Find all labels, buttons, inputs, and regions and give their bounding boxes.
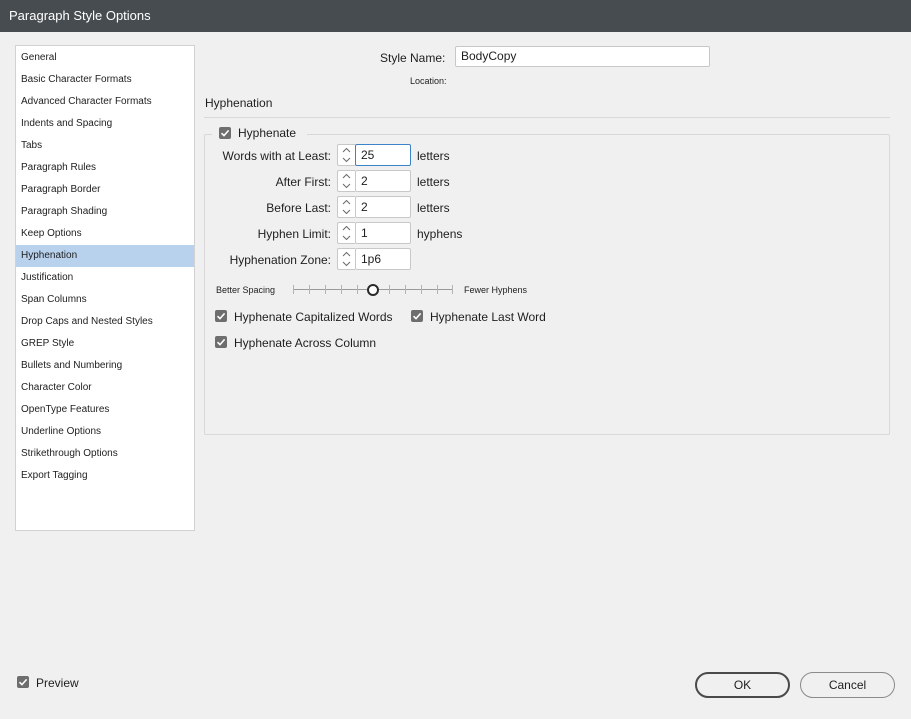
across-column-label: Hyphenate Across Column bbox=[234, 336, 377, 350]
words-min-unit: letters bbox=[417, 149, 450, 163]
hyphen-limit-label: Hyphen Limit: bbox=[257, 227, 331, 241]
before-last-stepper[interactable] bbox=[337, 196, 355, 218]
after-first-label: After First: bbox=[275, 175, 331, 189]
slider-tick bbox=[437, 285, 438, 294]
chevron-up-icon bbox=[342, 199, 351, 205]
chevron-down-icon bbox=[342, 183, 351, 189]
hyphenation-zone-label: Hyphenation Zone: bbox=[229, 253, 331, 267]
slider-tick bbox=[309, 285, 310, 294]
hyphenate-label: Hyphenate bbox=[238, 126, 297, 140]
section-title: Hyphenation bbox=[205, 96, 273, 110]
slider-tick bbox=[341, 285, 342, 294]
sidebar-item-paragraph-rules[interactable]: Paragraph Rules bbox=[16, 157, 194, 179]
sidebar-item-justification[interactable]: Justification bbox=[16, 267, 194, 289]
preview-label: Preview bbox=[36, 676, 79, 690]
before-last-input[interactable]: 2 bbox=[355, 196, 411, 218]
hyphenation-zone-stepper[interactable] bbox=[337, 248, 355, 270]
slider-tick bbox=[389, 285, 390, 294]
chevron-up-icon bbox=[342, 173, 351, 179]
sidebar-item-strikethrough-options[interactable]: Strikethrough Options bbox=[16, 443, 194, 465]
checkmark-icon bbox=[216, 312, 226, 320]
chevron-down-icon bbox=[342, 261, 351, 267]
cancel-button[interactable]: Cancel bbox=[800, 672, 895, 698]
section-divider bbox=[204, 117, 890, 118]
style-name-label: Style Name: bbox=[380, 51, 446, 65]
sidebar-item-character-color[interactable]: Character Color bbox=[16, 377, 194, 399]
chevron-down-icon bbox=[342, 235, 351, 241]
across-column-checkbox[interactable] bbox=[215, 336, 227, 348]
slider-tick bbox=[405, 285, 406, 294]
chevron-down-icon bbox=[342, 209, 351, 215]
chevron-down-icon bbox=[342, 157, 351, 163]
ok-button[interactable]: OK bbox=[695, 672, 790, 698]
hyphen-limit-stepper[interactable] bbox=[337, 222, 355, 244]
hyphenate-checkbox[interactable] bbox=[219, 127, 231, 139]
sidebar-item-paragraph-shading[interactable]: Paragraph Shading bbox=[16, 201, 194, 223]
after-first-stepper[interactable] bbox=[337, 170, 355, 192]
sidebar-item-underline-options[interactable]: Underline Options bbox=[16, 421, 194, 443]
slider-tick bbox=[452, 285, 453, 294]
checkmark-icon bbox=[18, 678, 28, 686]
slider-tick bbox=[421, 285, 422, 294]
before-last-unit: letters bbox=[417, 201, 450, 215]
sidebar-item-hyphenation[interactable]: Hyphenation bbox=[16, 245, 194, 267]
sidebar-item-indents-and-spacing[interactable]: Indents and Spacing bbox=[16, 113, 194, 135]
sidebar-item-tabs[interactable]: Tabs bbox=[16, 135, 194, 157]
window-title: Paragraph Style Options bbox=[9, 8, 151, 23]
location-label: Location: bbox=[410, 76, 447, 86]
last-word-checkbox[interactable] bbox=[411, 310, 423, 322]
sidebar-item-export-tagging[interactable]: Export Tagging bbox=[16, 465, 194, 487]
sidebar-item-span-columns[interactable]: Span Columns bbox=[16, 289, 194, 311]
chevron-up-icon bbox=[342, 147, 351, 153]
title-bar: Paragraph Style Options bbox=[0, 0, 911, 32]
sidebar-item-bullets-and-numbering[interactable]: Bullets and Numbering bbox=[16, 355, 194, 377]
sidebar-item-advanced-character-formats[interactable]: Advanced Character Formats bbox=[16, 91, 194, 113]
after-first-unit: letters bbox=[417, 175, 450, 189]
sidebar-item-opentype-features[interactable]: OpenType Features bbox=[16, 399, 194, 421]
checkmark-icon bbox=[216, 338, 226, 346]
words-min-label: Words with at Least: bbox=[222, 149, 332, 163]
fewer-hyphens-label: Fewer Hyphens bbox=[464, 285, 528, 295]
checkmark-icon bbox=[220, 129, 230, 137]
capitalized-words-label: Hyphenate Capitalized Words bbox=[234, 310, 393, 324]
sidebar-item-drop-caps-and-nested-styles[interactable]: Drop Caps and Nested Styles bbox=[16, 311, 194, 333]
hyphenation-zone-input[interactable]: 1p6 bbox=[355, 248, 411, 270]
sidebar-item-paragraph-border[interactable]: Paragraph Border bbox=[16, 179, 194, 201]
sidebar-item-general[interactable]: General bbox=[16, 47, 194, 69]
words-min-stepper[interactable] bbox=[337, 144, 355, 166]
slider-tick bbox=[357, 285, 358, 294]
slider-tick bbox=[293, 285, 294, 294]
chevron-up-icon bbox=[342, 225, 351, 231]
category-list: General Basic Character Formats Advanced… bbox=[15, 45, 195, 531]
sidebar-item-keep-options[interactable]: Keep Options bbox=[16, 223, 194, 245]
checkmark-icon bbox=[412, 312, 422, 320]
chevron-up-icon bbox=[342, 251, 351, 257]
last-word-label: Hyphenate Last Word bbox=[430, 310, 546, 324]
preview-checkbox[interactable] bbox=[17, 676, 29, 688]
words-min-input[interactable]: 25 bbox=[355, 144, 411, 166]
slider-tick bbox=[325, 285, 326, 294]
better-spacing-label: Better Spacing bbox=[216, 285, 276, 295]
spacing-slider-thumb[interactable] bbox=[367, 284, 379, 296]
hyphen-limit-input[interactable]: 1 bbox=[355, 222, 411, 244]
hyphen-limit-unit: hyphens bbox=[417, 227, 463, 241]
capitalized-words-checkbox[interactable] bbox=[215, 310, 227, 322]
style-name-input[interactable]: BodyCopy bbox=[455, 46, 710, 67]
sidebar-item-grep-style[interactable]: GREP Style bbox=[16, 333, 194, 355]
before-last-label: Before Last: bbox=[266, 201, 331, 215]
sidebar-item-basic-character-formats[interactable]: Basic Character Formats bbox=[16, 69, 194, 91]
after-first-input[interactable]: 2 bbox=[355, 170, 411, 192]
